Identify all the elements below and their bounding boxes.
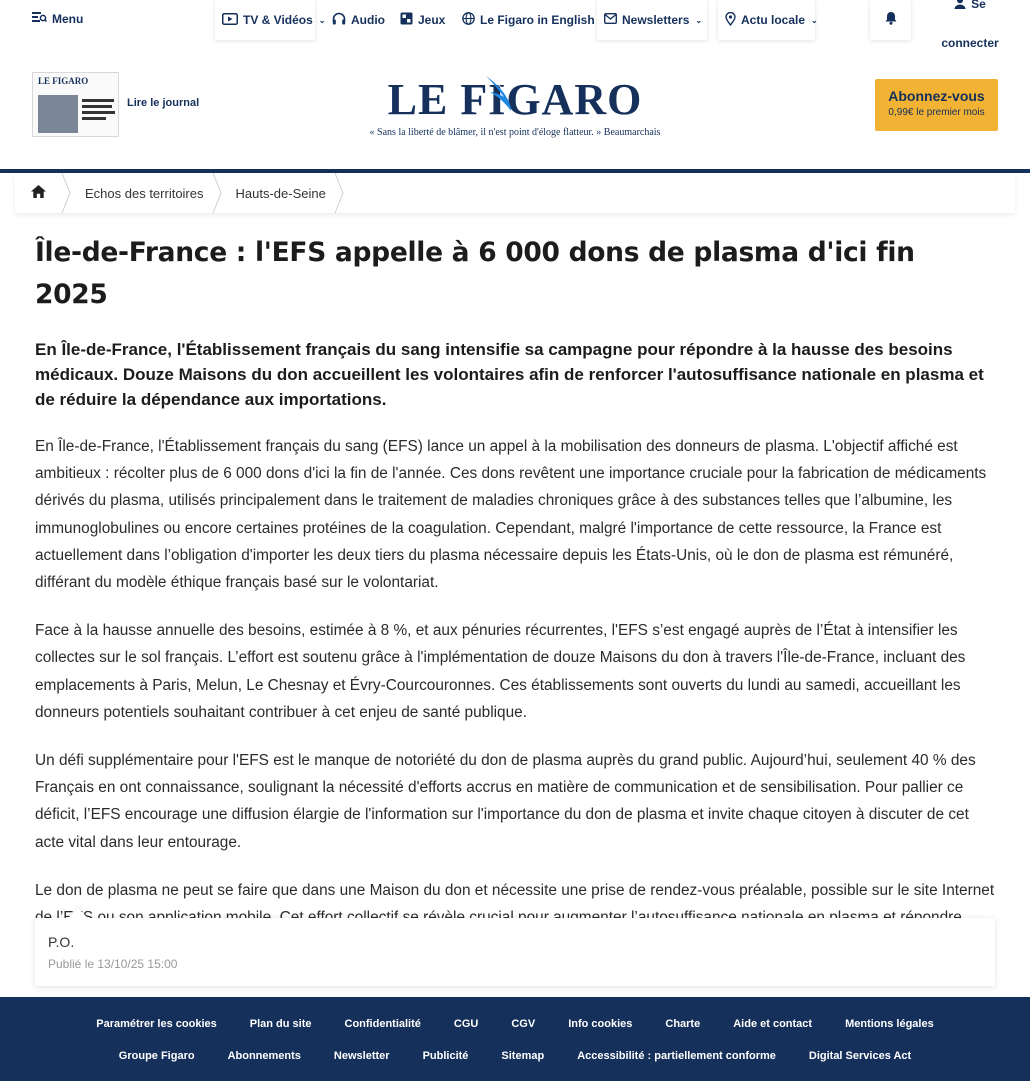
menu-icon xyxy=(32,11,48,26)
footer-link-group[interactable]: Groupe Figaro xyxy=(119,1050,195,1062)
footer-link-sitemap[interactable]: Sitemap xyxy=(501,1050,544,1062)
breadcrumb-item-echos-des-territoires[interactable]: Echos des territoires xyxy=(71,173,212,213)
footer-links-row: Groupe Figaro Abonnements Newsletter Pub… xyxy=(0,1050,1030,1062)
publication-date: Publié le 13/10/25 15:00 xyxy=(48,957,178,971)
mail-icon xyxy=(603,12,618,27)
breadcrumb-home[interactable] xyxy=(15,173,61,213)
footer-link-cgu[interactable]: CGU xyxy=(454,1018,478,1030)
footer-link-advertising[interactable]: Publicité xyxy=(423,1050,469,1062)
location-pin-icon xyxy=(725,11,736,29)
nav-audio[interactable]: Audio xyxy=(325,0,392,40)
login-label-line2: connecter xyxy=(941,36,999,50)
footer-link-charter[interactable]: Charte xyxy=(665,1018,700,1030)
newspaper-thumbnail[interactable]: LE FIGARO xyxy=(32,72,119,137)
nav-local-label: Actu locale xyxy=(741,13,806,27)
nav-local-news[interactable]: Actu locale ⌄ xyxy=(718,0,818,40)
article-paragraph: Face à la hausse annuelle des besoins, e… xyxy=(35,622,966,721)
footer-link-help[interactable]: Aide et contact xyxy=(733,1018,812,1030)
user-icon xyxy=(954,0,966,12)
logo-tagline: « Sans la liberté de blâmer, il n'est po… xyxy=(369,127,661,138)
newspaper-thumbnail-line xyxy=(82,117,106,120)
nav-tv-label: TV & Vidéos xyxy=(243,13,313,27)
puzzle-icon xyxy=(400,12,413,28)
nav-english[interactable]: Le Figaro in English xyxy=(455,0,602,40)
newspaper-thumbnail-line xyxy=(82,99,114,102)
subscribe-offer: 0,99€ le premier mois xyxy=(888,107,985,118)
breadcrumb-item-hauts-de-seine[interactable]: Hauts-de-Seine xyxy=(222,173,334,213)
notifications-button[interactable] xyxy=(870,0,911,40)
nav-newsletters[interactable]: Newsletters ⌄ xyxy=(597,0,707,40)
nav-english-label: Le Figaro in English xyxy=(480,13,595,27)
nav-audio-label: Audio xyxy=(351,13,385,27)
footer-link-dsa[interactable]: Digital Services Act xyxy=(809,1050,911,1062)
bell-icon xyxy=(885,11,897,30)
footer-link-accessibility[interactable]: Accessibilité : partiellement conforme xyxy=(577,1050,776,1062)
newspaper-thumbnail-photo xyxy=(38,95,78,133)
article-title: Île-de-France : l'EFS appelle à 6 000 do… xyxy=(35,237,915,310)
subscribe-title: Abonnez-vous xyxy=(888,88,985,104)
headphones-icon xyxy=(332,12,346,28)
play-icon xyxy=(222,12,238,28)
article: Île-de-France : l'EFS appelle à 6 000 do… xyxy=(35,232,995,958)
breadcrumb: Echos des territoires Hauts-de-Seine xyxy=(15,172,1015,214)
chevron-down-icon: ⌄ xyxy=(695,15,703,25)
article-standfirst: En Île-de-France, l'Établissement frança… xyxy=(35,340,984,409)
globe-icon xyxy=(462,12,475,28)
nav-games-label: Jeux xyxy=(418,13,446,27)
breadcrumb-separator xyxy=(212,172,222,214)
footer-link-subscriptions[interactable]: Abonnements xyxy=(228,1050,301,1062)
home-icon xyxy=(30,184,47,202)
footer-link-sitemap-plan[interactable]: Plan du site xyxy=(250,1018,312,1030)
logo-bird-icon xyxy=(484,74,518,120)
footer: Paramétrer les cookies Plan du site Conf… xyxy=(0,997,1030,1081)
footer-link-newsletter[interactable]: Newsletter xyxy=(334,1050,390,1062)
subscribe-button[interactable]: Abonnez-vous 0,99€ le premier mois xyxy=(875,79,998,131)
site-logo[interactable]: LE FIGARO « Sans la liberté de blâmer, i… xyxy=(340,72,690,142)
footer-links-row: Paramétrer les cookies Plan du site Conf… xyxy=(0,1018,1030,1030)
author-box: P.O. Publié le 13/10/25 15:00 xyxy=(35,908,995,986)
newspaper-thumbnail-line xyxy=(82,105,112,108)
breadcrumb-separator xyxy=(61,172,71,214)
article-paragraph: En Île-de-France, l'Établissement frança… xyxy=(35,438,987,592)
footer-link-legal[interactable]: Mentions légales xyxy=(845,1018,934,1030)
footer-link-cookie-info[interactable]: Info cookies xyxy=(568,1018,632,1030)
menu-button[interactable]: Menu xyxy=(32,11,83,26)
nav-newsletters-label: Newsletters xyxy=(622,13,690,27)
newspaper-thumbnail-line xyxy=(82,111,115,114)
article-paragraph: Un défi supplémentaire pour l'EFS est le… xyxy=(35,752,976,851)
nav-games[interactable]: Jeux xyxy=(393,0,452,40)
nav-tv-videos[interactable]: TV & Vidéos ⌄ xyxy=(215,0,326,40)
read-paper-link[interactable]: Lire le journal xyxy=(127,97,199,109)
footer-link-cgv[interactable]: CGV xyxy=(511,1018,535,1030)
chevron-down-icon: ⌄ xyxy=(811,15,818,25)
author-name: P.O. xyxy=(48,934,75,950)
footer-link-cookie-settings[interactable]: Paramétrer les cookies xyxy=(96,1018,216,1030)
newspaper-thumbnail-title: LE FIGARO xyxy=(38,76,89,86)
logo-wordmark: LE FIGARO xyxy=(388,76,643,122)
breadcrumb-separator xyxy=(334,172,344,214)
login-link[interactable]: Se connecter xyxy=(935,0,1005,50)
top-navigation: Menu TV & Vidéos ⌄ Audio Jeux Le Figaro … xyxy=(0,0,1030,66)
menu-label: Menu xyxy=(52,11,84,26)
login-label-line1: Se xyxy=(971,0,986,11)
footer-link-privacy[interactable]: Confidentialité xyxy=(345,1018,421,1030)
